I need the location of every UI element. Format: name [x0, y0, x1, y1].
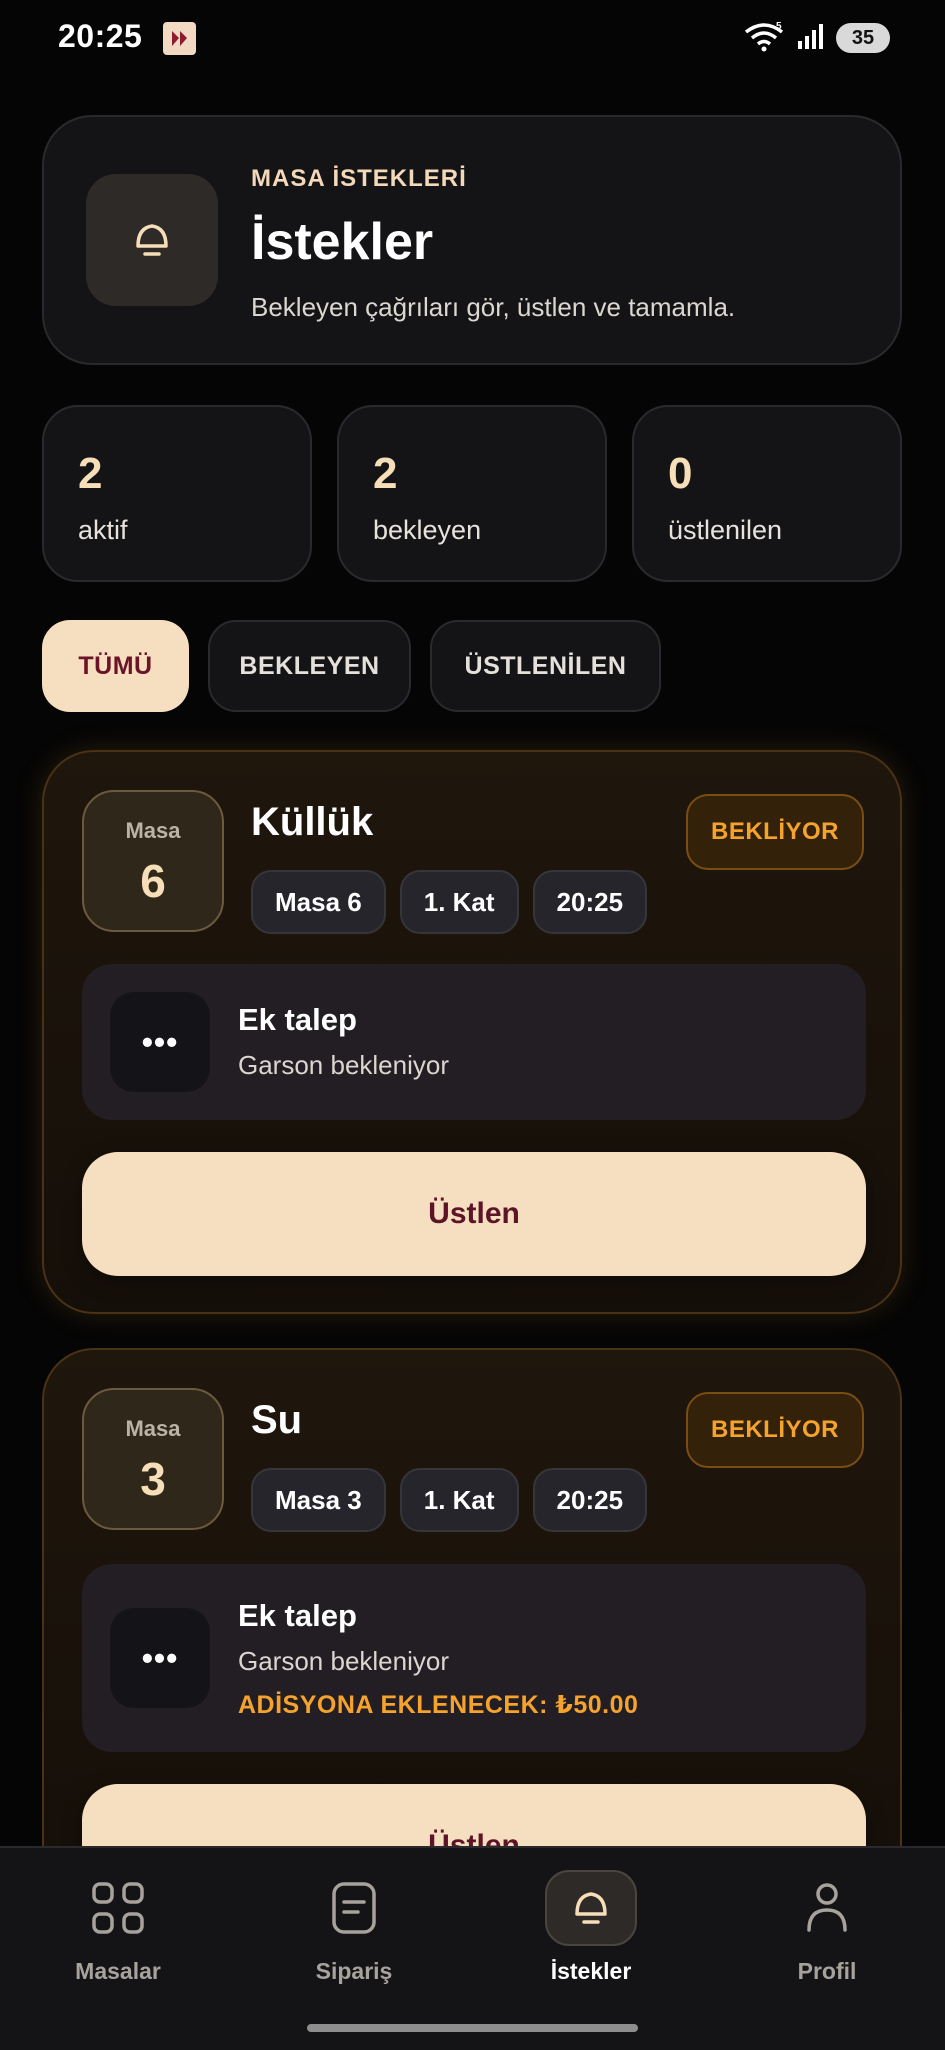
nav-label: Sipariş: [315, 1958, 393, 1984]
nav-label: Profil: [797, 1958, 857, 1984]
stat-label: bekleyen: [373, 515, 482, 545]
nav-label: İstekler: [550, 1958, 632, 1984]
filter-tab-pending[interactable]: BEKLEYEN: [208, 620, 411, 712]
request-detail: ••• Ek talep Garson bekleniyor ADİSYONA …: [82, 1564, 866, 1752]
status-badge: BEKLİYOR: [686, 1392, 864, 1468]
more-icon: •••: [110, 1608, 210, 1708]
grid-icon: [72, 1870, 164, 1946]
person-icon: [781, 1870, 873, 1946]
chip-time: 20:25: [532, 870, 648, 934]
page-subtitle: Bekleyen çağrıları gör, üstlen ve tamaml…: [251, 292, 736, 322]
more-icon: •••: [110, 992, 210, 1092]
wifi-icon: 5: [742, 20, 786, 57]
stat-value: 0: [668, 449, 693, 498]
status-bar: 20:25 5 35: [0, 0, 945, 76]
nav-item-profile[interactable]: Profil: [727, 1848, 927, 1998]
chip-floor: 1. Kat: [399, 1468, 519, 1532]
table-badge: Masa 6: [82, 790, 224, 932]
status-badge: BEKLİYOR: [686, 794, 864, 870]
request-chips: Masa 3 1. Kat 20:25: [251, 1468, 648, 1532]
stat-value: 2: [78, 449, 103, 498]
detail-title: Ek talep: [238, 1002, 357, 1037]
chip-floor: 1. Kat: [399, 870, 519, 934]
bill-addition-note: ADİSYONA EKLENECEK: ₺50.00: [238, 1691, 639, 1719]
table-badge: Masa 3: [82, 1388, 224, 1530]
svg-text:5: 5: [776, 21, 782, 32]
claim-button[interactable]: Üstlen: [82, 1152, 866, 1276]
stat-label: üstlenilen: [668, 515, 783, 545]
chip-table: Masa 6: [251, 870, 386, 934]
request-title: Su: [251, 1398, 303, 1442]
status-time: 20:25: [58, 18, 143, 54]
detail-subtitle: Garson bekleniyor: [238, 1050, 449, 1080]
nav-item-tables[interactable]: Masalar: [18, 1848, 218, 1998]
detail-title: Ek talep: [238, 1598, 357, 1633]
battery-icon: 35: [836, 23, 890, 53]
header-kicker: MASA İSTEKLERİ: [251, 165, 467, 192]
table-number: 3: [140, 1453, 166, 1505]
stat-pending: 2 bekleyen: [337, 405, 607, 582]
stat-claimed: 0 üstlenilen: [632, 405, 902, 582]
detail-subtitle: Garson bekleniyor: [238, 1646, 449, 1676]
table-badge-label: Masa: [125, 818, 181, 843]
bell-icon: [545, 1870, 637, 1946]
request-card: Masa 3 Su BEKLİYOR Masa 3 1. Kat 20:25 •…: [42, 1348, 902, 1908]
bottom-nav: Masalar Sipariş İstekler Profil: [0, 1846, 945, 2050]
nav-item-requests[interactable]: İstekler: [491, 1848, 691, 1998]
request-detail: ••• Ek talep Garson bekleniyor: [82, 964, 866, 1120]
table-badge-label: Masa: [125, 1416, 181, 1441]
request-chips: Masa 6 1. Kat 20:25: [251, 870, 648, 934]
home-indicator[interactable]: [307, 2024, 638, 2032]
document-icon: [308, 1870, 400, 1946]
chip-time: 20:25: [532, 1468, 648, 1532]
bell-icon: [86, 174, 218, 306]
filter-tab-claimed[interactable]: ÜSTLENİLEN: [430, 620, 661, 712]
nav-label: Masalar: [75, 1958, 161, 1984]
header-card: MASA İSTEKLERİ İstekler Bekleyen çağrıla…: [42, 115, 902, 365]
signal-icon: [796, 21, 826, 56]
status-icons: 5 35: [742, 20, 890, 56]
stat-active: 2 aktif: [42, 405, 312, 582]
stat-value: 2: [373, 449, 398, 498]
request-title: Küllük: [251, 800, 374, 844]
app-notification-icon: [163, 22, 196, 55]
table-number: 6: [140, 855, 166, 907]
page-title: İstekler: [251, 213, 434, 271]
chip-table: Masa 3: [251, 1468, 386, 1532]
stat-label: aktif: [78, 515, 128, 545]
request-card: Masa 6 Küllük BEKLİYOR Masa 6 1. Kat 20:…: [42, 750, 902, 1314]
filter-tab-all[interactable]: TÜMÜ: [42, 620, 189, 712]
nav-item-order[interactable]: Sipariş: [254, 1848, 454, 1998]
